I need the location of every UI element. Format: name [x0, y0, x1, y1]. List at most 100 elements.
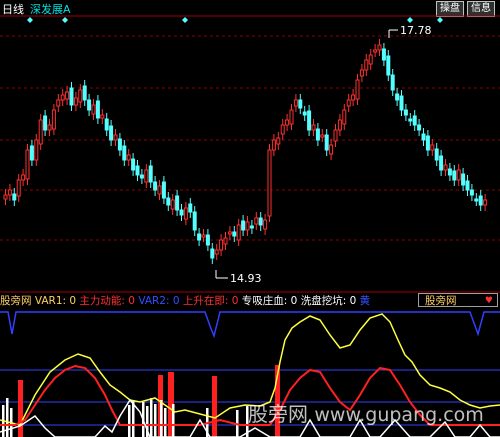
candle-body: [34, 139, 39, 161]
candle-body: [113, 134, 118, 141]
candle-body: [201, 234, 206, 238]
candle-body: [227, 231, 232, 235]
candle-body: [447, 168, 452, 176]
candle-body: [60, 94, 65, 101]
indicator-legend-item: 洗盘挖坑: 0: [300, 295, 360, 307]
candle-body: [223, 237, 228, 245]
candle-body: [258, 217, 263, 226]
candle-body: [219, 239, 224, 251]
candle-body: [245, 221, 250, 231]
signal-bar-white: [6, 398, 9, 437]
candle-body: [51, 109, 56, 130]
candle-body: [188, 203, 193, 213]
candle-body: [276, 137, 281, 145]
candle-body: [456, 169, 461, 181]
candle-body: [175, 195, 180, 211]
indicator-legend-item: 主力动能: 0: [79, 295, 139, 307]
candle-body: [289, 109, 294, 125]
candle-body: [390, 74, 395, 91]
candle-body: [373, 49, 378, 53]
candle-body: [82, 85, 87, 101]
candle-body: [197, 233, 202, 241]
candle-body: [381, 48, 386, 61]
candle-body: [359, 69, 364, 77]
candle-body: [192, 211, 197, 231]
candle-body: [329, 144, 334, 155]
candle-body: [377, 44, 382, 51]
candle-body: [412, 115, 417, 126]
low-price-label: 14.93: [230, 272, 262, 285]
signal-bar-white: [160, 400, 163, 437]
candle-body: [126, 154, 131, 161]
indicator-legend-item: 黄: [359, 295, 371, 307]
event-marker-icon: [437, 17, 443, 23]
candle-body: [38, 119, 43, 145]
candle-body: [78, 89, 83, 103]
candle-body: [337, 119, 342, 131]
indicator-legend-item: 股旁网: [0, 295, 32, 307]
candle-body: [267, 149, 272, 217]
candle-body: [474, 198, 479, 202]
candle-body: [161, 181, 166, 199]
indicator-legend-item: 专吸庄血: 0: [241, 295, 301, 307]
signal-bar-white: [150, 398, 153, 437]
candle-body: [29, 145, 34, 161]
candle-body: [417, 124, 422, 131]
candle-body: [425, 135, 430, 151]
candle-body: [324, 134, 329, 151]
candle-body: [430, 144, 435, 151]
candle-body: [346, 99, 351, 107]
watermark-text: 股旁网: [248, 402, 308, 426]
candle-body: [333, 129, 338, 142]
candle-body: [254, 217, 259, 225]
candle-body: [399, 95, 404, 111]
site-selector[interactable]: 股旁网 ♥: [418, 293, 498, 307]
candle-body: [131, 158, 136, 171]
candle-body: [100, 114, 105, 119]
candle-body: [285, 119, 290, 126]
high-price-label: 17.78: [400, 24, 432, 37]
candle-body: [170, 199, 175, 210]
heart-icon: ♥: [484, 296, 493, 306]
candle-body: [452, 170, 457, 181]
candle-body: [16, 179, 21, 197]
var2-line: [0, 311, 500, 339]
candle-body: [21, 174, 26, 181]
candle-body: [157, 185, 162, 195]
candle-body: [25, 149, 30, 180]
site-selector-label: 股旁网: [425, 295, 457, 307]
candle-body: [320, 134, 325, 138]
candle-body: [395, 93, 400, 101]
candle-body: [210, 248, 215, 259]
candle-body: [144, 169, 149, 183]
candle-body: [403, 109, 408, 116]
candle-body: [368, 54, 373, 65]
candle-body: [342, 109, 347, 125]
candle-body: [280, 124, 285, 135]
candle-body: [179, 209, 184, 216]
candle-body: [465, 180, 470, 191]
candle-body: [148, 165, 153, 183]
price-chart: [0, 15, 500, 437]
candle-body: [469, 189, 474, 196]
candle-body: [135, 165, 140, 176]
candle-body: [386, 55, 391, 76]
candle-body: [434, 148, 439, 161]
candle-body: [421, 133, 426, 141]
event-marker-icon: [407, 17, 413, 23]
candle-body: [298, 99, 303, 109]
candle-body: [315, 128, 320, 141]
signal-bar-white: [164, 408, 167, 437]
watermark: 股旁网 www.gupang.com: [248, 398, 484, 427]
candle-body: [364, 59, 369, 71]
candle-body: [311, 124, 316, 131]
candle-body: [139, 174, 144, 179]
candle-body: [483, 199, 488, 206]
candle-body: [117, 138, 122, 151]
candle-body: [241, 220, 246, 231]
candle-body: [236, 224, 241, 241]
candle-body: [122, 145, 127, 161]
candle-body: [408, 118, 413, 122]
candle-body: [104, 118, 109, 131]
candle-body: [351, 94, 356, 101]
